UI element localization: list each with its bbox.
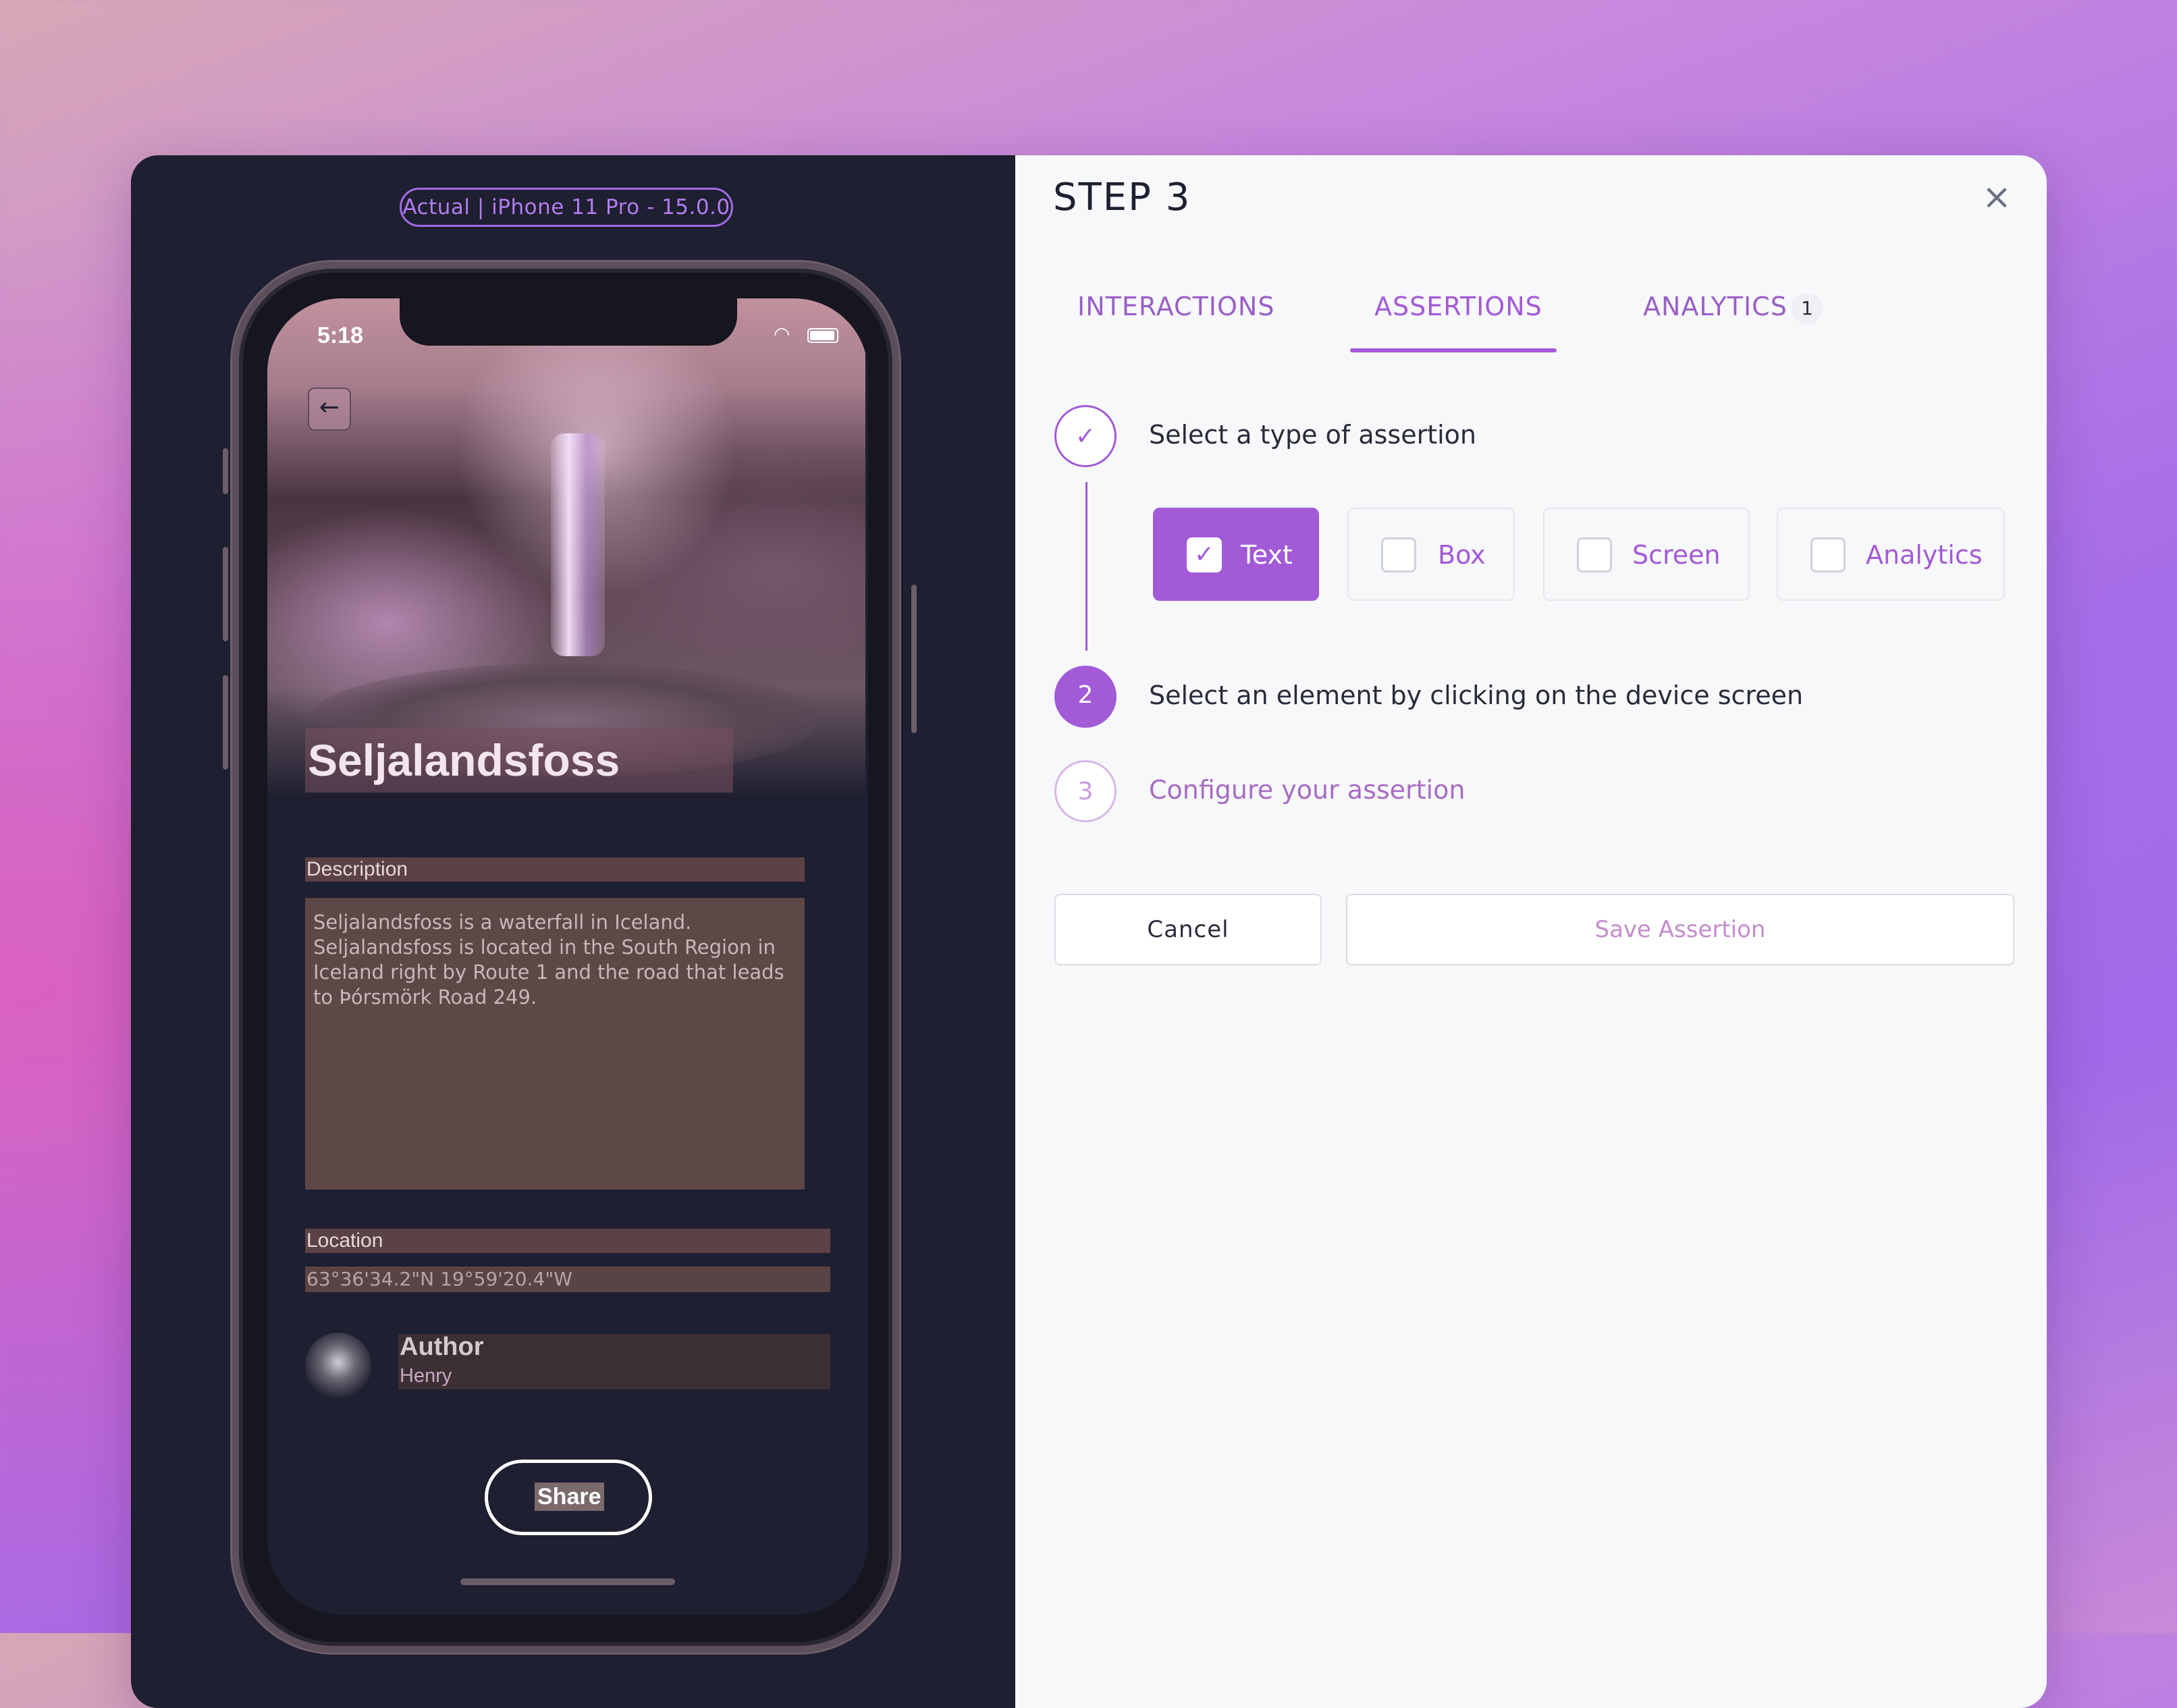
step-2-number: 2 [1054,666,1117,728]
assertion-type-label: Analytics [1866,540,1983,570]
save-assertion-button[interactable]: Save Assertion [1346,894,2014,965]
analytics-count-badge: 1 [1792,293,1823,324]
tab-assertions[interactable]: ASSERTIONS [1374,292,1542,321]
step-1-check-icon: ✓ [1054,405,1117,467]
waterfall-image[interactable] [267,298,865,798]
description-label[interactable]: Description [305,857,805,882]
assertion-type-box[interactable]: Box [1347,508,1515,601]
home-indicator [460,1578,675,1585]
tab-interactions[interactable]: INTERACTIONS [1077,292,1274,321]
description-text[interactable]: Seljalandsfoss is a waterfall in Iceland… [305,898,805,1190]
wifi-icon: ◠ [774,323,790,345]
assertion-type-label: Box [1438,540,1486,570]
check-icon: ✓ [1187,537,1222,572]
author-label[interactable]: Author [400,1333,484,1362]
checkbox-icon [1577,537,1612,572]
tab-analytics[interactable]: ANALYTICS [1643,292,1788,321]
place-title[interactable]: Seljalandsfoss [305,728,733,793]
waterfall-stream [551,433,605,656]
assertion-type-text[interactable]: ✓ Text [1153,508,1319,601]
assertion-type-label: Text [1241,540,1293,570]
device-label: Actual | iPhone 11 Pro - 15.0.0 [400,188,733,227]
phone-volume-down [223,675,228,770]
step-connector [1085,482,1087,651]
close-icon[interactable]: × [1981,180,2013,215]
active-tab-indicator [1350,348,1557,352]
share-label[interactable]: Share [535,1483,604,1511]
checkbox-icon [1381,537,1416,572]
battery-icon [807,328,838,343]
step-3-text: Configure your assertion [1149,775,1466,805]
phone-volume-up [223,547,228,641]
author-avatar[interactable] [305,1333,371,1399]
location-value[interactable]: 63°36'34.2"N 19°59'20.4"W [305,1266,830,1292]
cancel-button[interactable]: Cancel [1054,894,1322,965]
step-title: STEP 3 [1053,176,1191,219]
assertion-type-label: Screen [1632,540,1721,570]
status-time: 5:18 [317,323,364,348]
phone-mute-switch [223,448,228,494]
step-3-number: 3 [1054,760,1117,822]
phone-power-button [911,585,917,733]
checkbox-icon [1810,537,1846,572]
phone-notch [400,298,737,346]
step-1-text: Select a type of assertion [1149,420,1477,450]
author-name[interactable]: Henry [400,1365,452,1387]
back-arrow-icon[interactable]: ← [308,388,351,431]
location-label[interactable]: Location [305,1229,830,1253]
step-2-text: Select an element by clicking on the dev… [1149,680,1804,710]
assertion-type-screen[interactable]: Screen [1543,508,1750,601]
assertion-type-analytics[interactable]: Analytics [1777,508,2005,601]
